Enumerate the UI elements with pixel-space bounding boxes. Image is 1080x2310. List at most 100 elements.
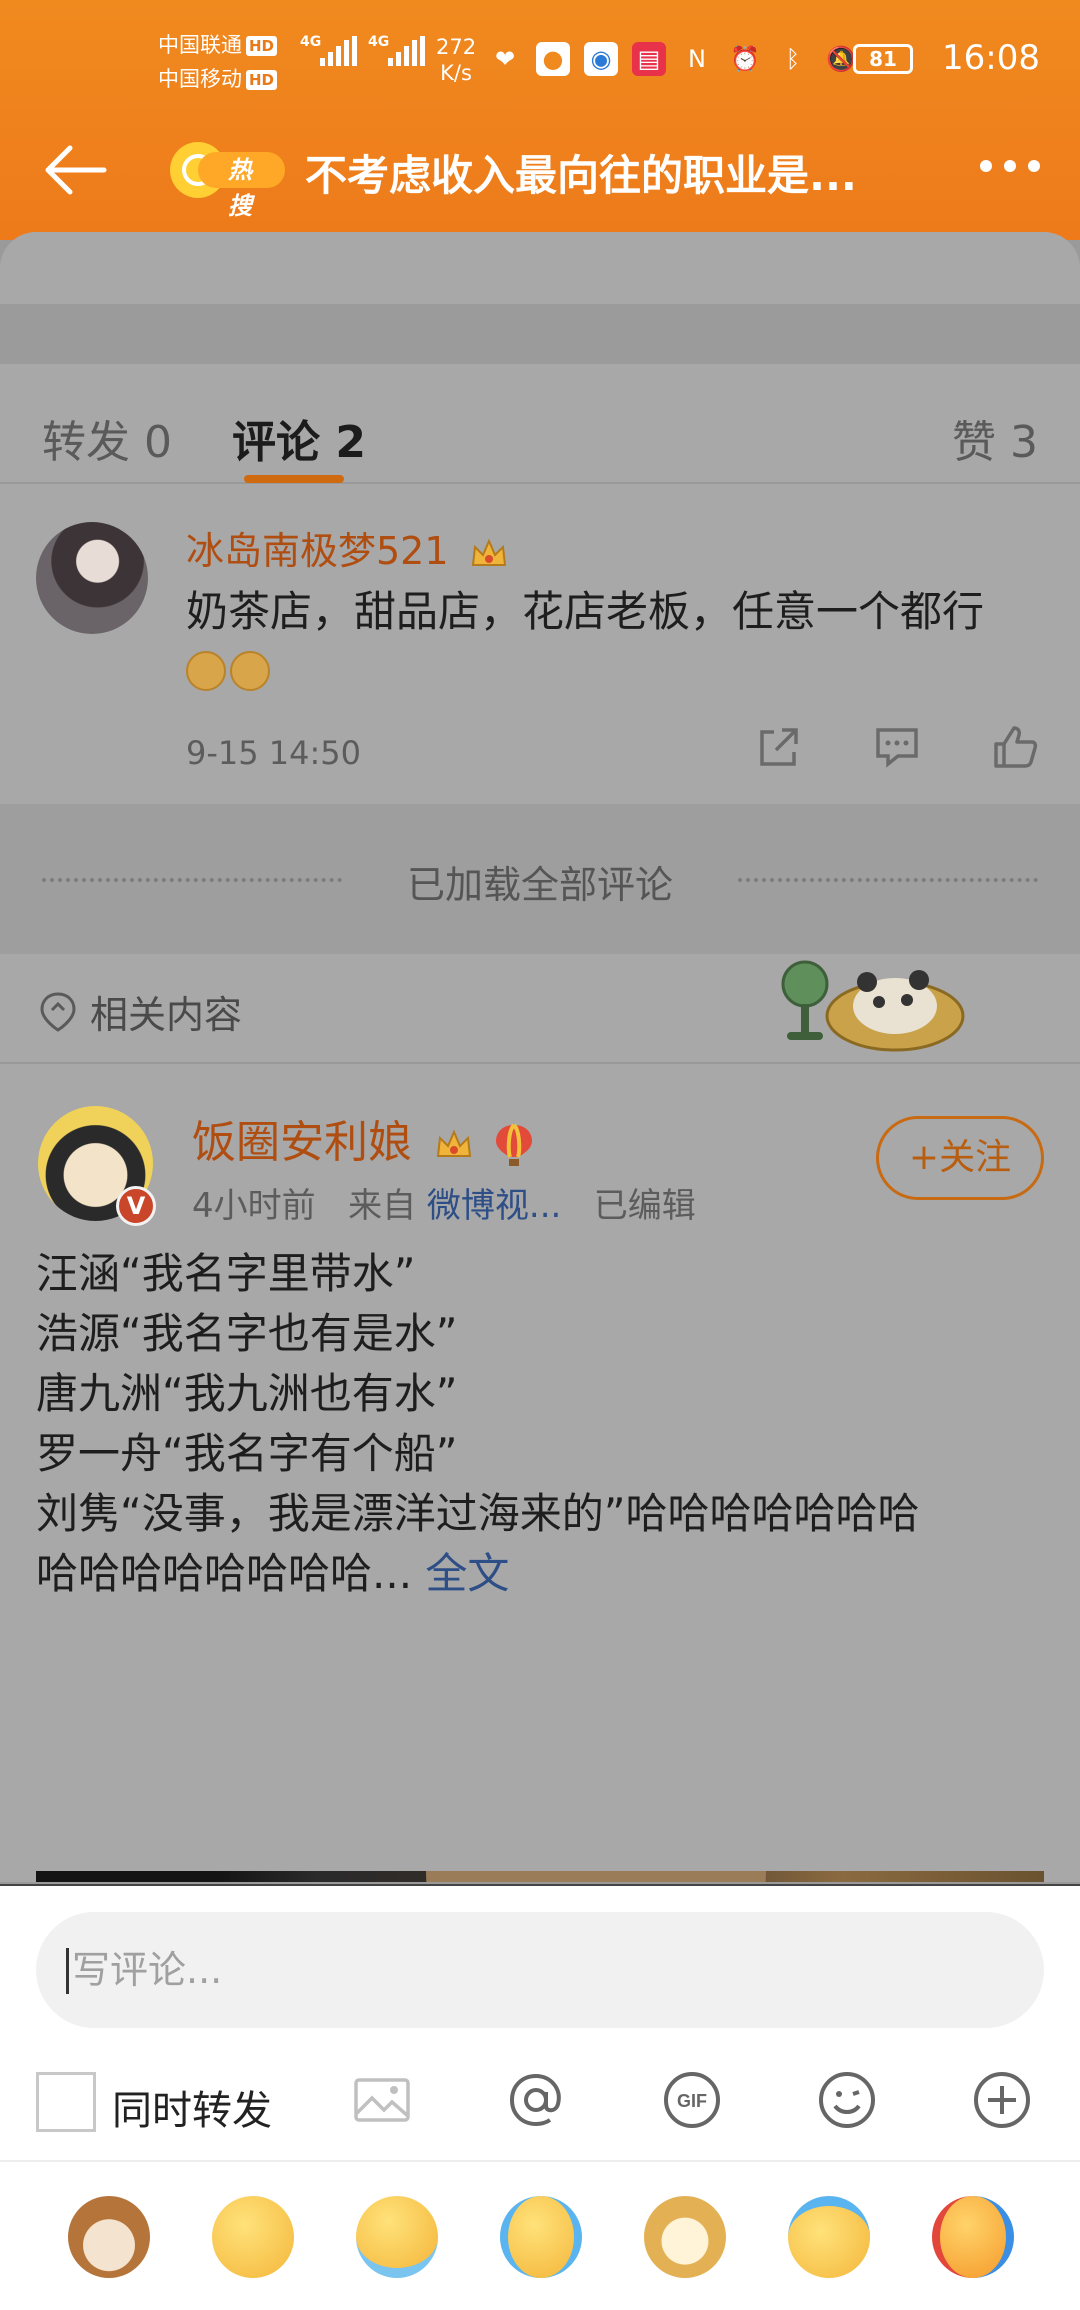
post-line: 唐九洲“我九洲也有水” [36, 1369, 458, 1418]
app-icon-1: ● [536, 42, 570, 76]
crown-icon [436, 1129, 472, 1157]
hd-badge-2: HD [246, 70, 278, 90]
status-bar: 中国联通 HD 中国移动 HD 4G 4G 272 K/s ❤ ● ◉ ▤ N ⏰ … [158, 28, 1040, 98]
post-line: 浩源“我名字也有是水” [36, 1309, 458, 1358]
like-icon[interactable] [990, 722, 1040, 772]
post-edited: 已编辑 [593, 1186, 696, 1226]
comment-body: 奶茶店，甜品店，花店老板，任意一个都行 [186, 587, 985, 636]
app-icon-3: ▤ [632, 42, 666, 76]
signal-icon-1 [320, 36, 357, 66]
post-username[interactable]: 饭圈安利娘 [192, 1106, 534, 1170]
post-line: 汪涵“我名字里带水” [36, 1249, 416, 1298]
bluetooth-icon: ᛒ [785, 45, 801, 73]
speed-value: 272 [436, 35, 477, 59]
hot-tag-label: 热搜 [198, 152, 285, 220]
app-icon-2: ◉ [584, 42, 618, 76]
health-icon: ❤ [494, 45, 516, 73]
emoji-quick-bar [0, 2184, 1080, 2294]
fan-panda-illustration [781, 960, 965, 1052]
clock: 16:08 [942, 38, 1040, 78]
composer-divider [0, 2160, 1080, 2162]
follow-button[interactable]: +关注 [876, 1116, 1044, 1200]
carrier-info: 中国联通 HD 中国移动 HD [158, 28, 278, 96]
network-speed: 272 K/s [436, 34, 476, 86]
doge-emoji-icon [230, 650, 270, 691]
top-nav: 热搜 不考虑收入最向往的职业是... [0, 130, 1080, 220]
laugh-tears-emoji-icon[interactable] [356, 2196, 438, 2278]
carrier-1: 中国联通 [158, 33, 242, 57]
battery-icon: 81 [853, 44, 913, 74]
all-comments-loaded: 已加载全部评论 [0, 804, 1080, 954]
more-options-icon[interactable] [980, 160, 1040, 172]
post-from: 来自 [348, 1186, 417, 1226]
gif-icon[interactable]: GIF [660, 2068, 724, 2132]
back-arrow-icon[interactable] [40, 140, 110, 200]
comment-composer: 同时转发 GIF [0, 1884, 1080, 2310]
comment-input[interactable] [72, 1912, 972, 2028]
doge-emoji-icon [186, 650, 226, 691]
topic-title[interactable]: 不考虑收入最向往的职业是... [305, 142, 857, 203]
comment-text: 奶茶店，甜品店，花店老板，任意一个都行 [186, 584, 1056, 696]
reply-icon[interactable] [872, 722, 922, 772]
status-icons: ❤ ● ◉ ▤ N ⏰ ᛒ 🔕 [488, 42, 858, 76]
tab-bar: 转发 0 评论 2 赞 3 [0, 364, 1080, 484]
post-line: 刘隽“没事，我是漂洋过海来的”哈哈哈哈哈哈哈 [36, 1489, 920, 1538]
sheet-divider [0, 304, 1080, 364]
hd-badge-1: HD [246, 36, 278, 56]
related-icon [40, 992, 76, 1032]
cheering-emoji-icon[interactable] [932, 2196, 1014, 2278]
image-content [426, 1871, 766, 1882]
composer-border [0, 1884, 1080, 1886]
tab-likes[interactable]: 赞 3 [952, 406, 1038, 470]
repost-checkbox-label[interactable]: 同时转发 [112, 2078, 272, 2136]
network-type-2: 4G [368, 34, 390, 50]
related-content-header: 相关内容 [0, 954, 1080, 1064]
hot-air-balloon-icon [496, 1123, 532, 1166]
related-label: 相关内容 [90, 993, 243, 1037]
verified-badge: V [116, 1186, 156, 1226]
tab-repost[interactable]: 转发 0 [42, 406, 172, 470]
tab-comments[interactable]: 评论 2 [232, 406, 366, 470]
header-bar: 中国联通 HD 中国移动 HD 4G 4G 272 K/s ❤ ● ◉ ▤ N ⏰ … [0, 0, 1080, 240]
svg-text:GIF: GIF [677, 2091, 707, 2111]
composer-toolbar: 同时转发 GIF [0, 2060, 1080, 2150]
post-line: 哈哈哈哈哈哈哈哈... [36, 1549, 413, 1598]
emoji-icon[interactable] [815, 2068, 879, 2132]
related-post: V 饭圈安利娘 4小时前 来自 微博视... 已编辑 +关注 汪涵“我名字里带水… [0, 1066, 1080, 1882]
cat-emoji-icon[interactable] [68, 2196, 150, 2278]
comment-time: 9-15 14:50 [186, 734, 362, 772]
crown-icon [471, 537, 506, 566]
share-icon[interactable] [754, 722, 804, 772]
at-icon[interactable] [504, 2068, 568, 2132]
signal-icon-2 [388, 36, 425, 66]
comment-input-box[interactable] [36, 1912, 1044, 2028]
post-line: 罗一舟“我名字有个船” [36, 1429, 458, 1478]
doge-emoji-icon[interactable] [644, 2196, 726, 2278]
avatar[interactable] [36, 522, 148, 634]
facepalm-laugh-emoji-icon[interactable] [788, 2196, 870, 2278]
read-full-link[interactable]: 全文 [425, 1549, 509, 1598]
crying-emoji-icon[interactable] [500, 2196, 582, 2278]
comment-username[interactable]: 冰岛南极梦521 [186, 520, 509, 575]
dotted-divider-right [738, 878, 1038, 882]
active-tab-indicator [244, 475, 344, 483]
comment-item: 冰岛南极梦521 奶茶店，甜品店，花店老板，任意一个都行 9-15 14:50 [0, 484, 1080, 804]
comment-actions [754, 722, 1040, 772]
post-text: 汪涵“我名字里带水” 浩源“我名字也有是水” 唐九洲“我九洲也有水” 罗一舟“我… [36, 1244, 1046, 1604]
image-icon[interactable] [350, 2068, 414, 2132]
hot-search-badge[interactable]: 热搜 [170, 142, 285, 220]
network-type-1: 4G [300, 34, 322, 50]
post-username-text: 饭圈安利娘 [192, 1117, 412, 1168]
speed-unit: K/s [440, 61, 472, 85]
plus-icon[interactable] [970, 2068, 1034, 2132]
text-caret [66, 1948, 69, 1994]
nfc-icon: N [688, 45, 706, 73]
comment-username-text: 冰岛南极梦521 [186, 529, 449, 573]
post-time: 4小时前 [192, 1186, 316, 1226]
post-source[interactable]: 微博视... [427, 1186, 561, 1226]
post-image[interactable] [36, 1871, 1044, 1882]
post-meta: 4小时前 来自 微博视... 已编辑 [192, 1178, 696, 1227]
carrier-2: 中国移动 [158, 67, 242, 91]
shush-emoji-icon[interactable] [212, 2196, 294, 2278]
repost-checkbox[interactable] [36, 2072, 96, 2132]
